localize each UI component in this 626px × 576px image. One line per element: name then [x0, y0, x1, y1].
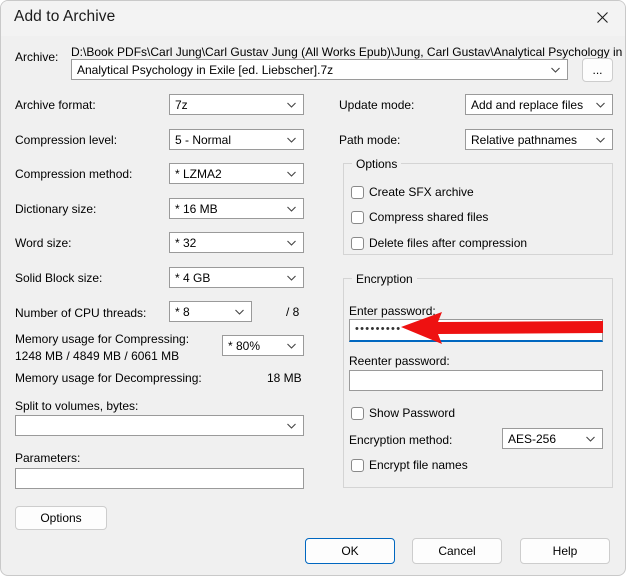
- chevron-down-icon: [286, 237, 297, 248]
- parameters-label: Parameters:: [15, 451, 81, 465]
- checkbox-icon: [351, 210, 364, 224]
- checkbox-icon: [351, 406, 364, 420]
- cpu-threads-value: * 8: [175, 304, 190, 319]
- chevron-down-icon: [286, 168, 297, 179]
- ok-button[interactable]: OK: [305, 538, 395, 564]
- cancel-button-label: Cancel: [438, 544, 476, 558]
- chevron-down-icon: [286, 134, 297, 145]
- path-mode-combo[interactable]: Relative pathnames: [465, 129, 613, 150]
- ok-button-label: OK: [341, 544, 359, 558]
- show-password-label: Show Password: [369, 406, 456, 420]
- reenter-password-field[interactable]: [349, 370, 603, 391]
- dictionary-size-combo[interactable]: * 16 MB: [169, 198, 304, 219]
- compression-method-value: * LZMA2: [175, 166, 222, 181]
- create-sfx-archive-checkbox[interactable]: Create SFX archive: [351, 185, 474, 199]
- options-button-label: Options: [40, 511, 82, 525]
- chevron-down-icon: [585, 433, 596, 444]
- archive-name-value: Analytical Psychology in Exile [ed. Lieb…: [77, 62, 334, 77]
- compression-method-combo[interactable]: * LZMA2: [169, 163, 304, 184]
- add-to-archive-dialog: Add to Archive Archive: D:\Book PDFs\Car…: [0, 0, 626, 576]
- show-password-checkbox[interactable]: Show Password: [351, 406, 455, 420]
- cpu-threads-total: / 8: [286, 305, 300, 319]
- chevron-down-icon: [286, 203, 297, 214]
- path-mode-value: Relative pathnames: [471, 132, 578, 147]
- split-volumes-combo[interactable]: [15, 415, 304, 436]
- options-button[interactable]: Options: [15, 506, 107, 530]
- help-button-label: Help: [552, 544, 578, 558]
- compression-level-label: Compression level:: [15, 133, 118, 147]
- chevron-down-icon: [550, 64, 561, 75]
- reenter-password-label: Reenter password:: [349, 354, 450, 368]
- create-sfx-archive-label: Create SFX archive: [369, 185, 474, 199]
- memory-percent-value: * 80%: [228, 338, 261, 353]
- help-button[interactable]: Help: [520, 538, 610, 564]
- dictionary-size-value: * 16 MB: [175, 201, 218, 216]
- archive-format-label: Archive format:: [15, 98, 96, 112]
- update-mode-combo[interactable]: Add and replace files: [465, 94, 613, 115]
- page-title: Add to Archive: [14, 8, 116, 25]
- cpu-threads-combo[interactable]: * 8: [169, 301, 252, 322]
- solid-block-size-combo[interactable]: * 4 GB: [169, 267, 304, 288]
- update-mode-value: Add and replace files: [471, 97, 584, 112]
- enter-password-label: Enter password:: [349, 304, 436, 318]
- checkbox-icon: [351, 236, 364, 250]
- compression-method-label: Compression method:: [15, 167, 133, 181]
- solid-block-size-value: * 4 GB: [175, 270, 211, 285]
- parameters-input[interactable]: [15, 468, 304, 489]
- cancel-button[interactable]: Cancel: [412, 538, 502, 564]
- encrypt-file-names-label: Encrypt file names: [369, 458, 468, 472]
- solid-block-size-label: Solid Block size:: [15, 271, 103, 285]
- close-icon[interactable]: [579, 1, 625, 34]
- memory-compressing-label: Memory usage for Compressing:: [15, 332, 190, 346]
- memory-compressing-values: 1248 MB / 4849 MB / 6061 MB: [15, 349, 180, 363]
- compress-shared-files-label: Compress shared files: [369, 210, 489, 224]
- encryption-method-value: AES-256: [508, 431, 557, 446]
- path-mode-label: Path mode:: [339, 133, 401, 147]
- browse-button-label: ...: [592, 63, 603, 77]
- checkbox-icon: [351, 185, 364, 199]
- chevron-down-icon: [595, 134, 606, 145]
- encryption-group-title: Encryption: [352, 272, 417, 286]
- cpu-threads-label: Number of CPU threads:: [15, 306, 147, 320]
- archive-format-combo[interactable]: 7z: [169, 94, 304, 115]
- delete-files-after-compression-label: Delete files after compression: [369, 236, 528, 250]
- memory-decompressing-label: Memory usage for Decompressing:: [15, 371, 202, 385]
- compression-level-combo[interactable]: 5 - Normal: [169, 129, 304, 150]
- archive-label: Archive:: [15, 50, 59, 64]
- enter-password-value: •••••••••: [355, 323, 402, 335]
- encryption-method-label: Encryption method:: [349, 433, 453, 447]
- word-size-label: Word size:: [15, 236, 72, 250]
- chevron-down-icon: [286, 340, 297, 351]
- word-size-combo[interactable]: * 32: [169, 232, 304, 253]
- enter-password-field[interactable]: •••••••••: [349, 319, 603, 342]
- chevron-down-icon: [286, 99, 297, 110]
- compression-level-value: 5 - Normal: [175, 132, 232, 147]
- archive-name-combo[interactable]: Analytical Psychology in Exile [ed. Lieb…: [71, 59, 568, 80]
- encrypt-file-names-checkbox[interactable]: Encrypt file names: [351, 458, 468, 472]
- memory-decompressing-value: 18 MB: [267, 371, 302, 385]
- options-group-title: Options: [352, 157, 402, 171]
- word-size-value: * 32: [175, 235, 197, 250]
- browse-button[interactable]: ...: [582, 58, 613, 82]
- checkbox-icon: [351, 458, 364, 472]
- compress-shared-files-checkbox[interactable]: Compress shared files: [351, 210, 488, 224]
- archive-format-value: 7z: [175, 97, 188, 112]
- chevron-down-icon: [286, 420, 297, 431]
- memory-percent-combo[interactable]: * 80%: [222, 335, 304, 356]
- chevron-down-icon: [234, 306, 245, 317]
- split-volumes-label: Split to volumes, bytes:: [15, 399, 139, 413]
- delete-files-after-compression-checkbox[interactable]: Delete files after compression: [351, 236, 527, 250]
- chevron-down-icon: [595, 99, 606, 110]
- dictionary-size-label: Dictionary size:: [15, 202, 97, 216]
- chevron-down-icon: [286, 272, 297, 283]
- encryption-method-combo[interactable]: AES-256: [502, 428, 603, 449]
- title-bar: Add to Archive: [1, 1, 625, 36]
- archive-path-text: D:\Book PDFs\Carl Jung\Carl Gustav Jung …: [71, 45, 626, 59]
- update-mode-label: Update mode:: [339, 98, 415, 112]
